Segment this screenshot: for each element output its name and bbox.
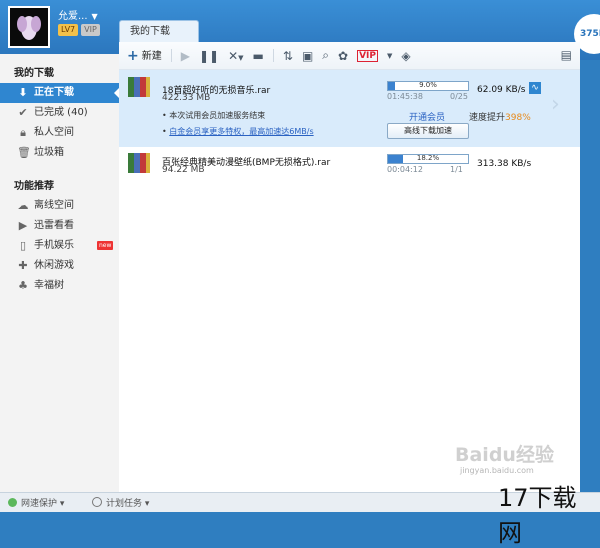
site-watermark: 17下载网 — [498, 484, 577, 547]
upgrade-notice: • 白金会员享更多特权，最高加速达6MB/s — [162, 127, 314, 136]
plus-icon: + — [127, 48, 139, 64]
speed-boost: 速度提升398% — [469, 110, 531, 123]
chevron-right-icon[interactable]: › — [551, 92, 560, 117]
gear-icon[interactable]: ✿ — [338, 49, 348, 63]
phone-icon: ▯ — [19, 239, 27, 252]
gamepad-icon: ✚ — [18, 259, 28, 272]
trash-icon: 🗑︎ — [17, 146, 31, 159]
sidebar-item-label: 离线空间 — [34, 200, 74, 211]
baidu-url-watermark: jingyan.baidu.com — [460, 466, 534, 475]
tree-icon: ♣ — [18, 279, 28, 292]
download-rate: 313.38 KB/s — [477, 159, 532, 169]
sidebar-item-label: 休闲游戏 — [34, 260, 74, 271]
download-icon: ⬇ — [18, 86, 28, 99]
upgrade-link[interactable]: 白金会员享更多特权，最高加速达6MB/s — [169, 127, 313, 136]
lock-icon: 🔒︎ — [20, 126, 26, 139]
new-task-button[interactable]: + 新建 — [127, 47, 162, 64]
open-vip-link[interactable]: 开通会员 — [409, 110, 445, 123]
elapsed-time: 01:45:38 — [387, 92, 423, 101]
vip-badge: VIP — [81, 24, 100, 36]
chevron-down-icon: ▼ — [91, 12, 98, 21]
drawer-icon[interactable]: ▤ — [561, 48, 572, 62]
start-icon[interactable]: ▶ — [181, 49, 190, 63]
sidebar-item-label: 正在下载 — [34, 87, 74, 98]
baidu-watermark: Baidu经验 — [455, 444, 554, 466]
sidebar-item-label: 手机娱乐 — [34, 240, 74, 251]
sort-icon[interactable]: ⇅ — [283, 49, 293, 63]
file-count: 0/25 — [450, 92, 468, 101]
sidebar-item-trash[interactable]: 🗑︎ 垃圾箱 — [0, 143, 119, 163]
scheduled-tasks-label: 计划任务 — [106, 499, 143, 509]
folder-icon[interactable]: ▬ — [253, 49, 264, 63]
play-icon: ▶ — [18, 219, 28, 232]
sidebar-item-label: 幸福树 — [34, 280, 64, 291]
trial-notice-text: 本次试用会员加速服务结束 — [169, 111, 266, 120]
new-task-label: 新建 — [141, 51, 162, 62]
pause-icon[interactable]: ❚❚ — [199, 49, 219, 63]
file-size: 94.22 MB — [162, 165, 205, 175]
progress-bar: 18.2% — [387, 154, 469, 164]
sidebar-item-label: 已完成 (40) — [34, 107, 88, 118]
username-text: 允爱... — [58, 11, 88, 22]
speed-graph-icon[interactable]: ∿ — [529, 82, 541, 94]
sidebar-item-games[interactable]: ✚ 休闲游戏 — [0, 256, 119, 276]
sidebar-item-completed[interactable]: ✔ 已完成 (40) — [0, 103, 119, 123]
speed-boost-label: 速度提升 — [469, 113, 506, 123]
toolbar-divider — [170, 49, 172, 62]
search-icon[interactable]: ⌕ — [322, 48, 329, 63]
cloud-icon: ☁ — [17, 199, 29, 212]
tab-my-downloads[interactable]: 我的下载 — [119, 20, 199, 42]
progress-bar: 9.0% — [387, 81, 469, 91]
avatar[interactable] — [8, 6, 50, 48]
trial-notice: • 本次试用会员加速服务结束 — [162, 111, 266, 120]
clock-icon — [92, 497, 102, 507]
network-protect-label: 网速保护 — [21, 499, 58, 509]
sidebar-item-offline[interactable]: ☁ 离线空间 — [0, 196, 119, 216]
sidebar-item-label: 垃圾箱 — [34, 147, 64, 158]
delete-icon[interactable]: ✕▼ — [228, 49, 243, 63]
sidebar-item-label: 私人空间 — [34, 127, 74, 138]
level-badges: LV7 VIP — [58, 24, 100, 36]
network-protect[interactable]: 网速保护 ▾ — [8, 496, 64, 509]
download-row[interactable]: 百张经典精美动漫壁纸(BMP无损格式).rar 94.22 MB 18.2% 0… — [119, 149, 580, 181]
toolbar-divider — [272, 49, 274, 62]
progress-text: 18.2% — [416, 154, 440, 162]
new-badge: new — [97, 241, 114, 250]
check-icon: ✔ — [18, 106, 28, 119]
sidebar-section-title: 我的下载 — [14, 68, 54, 79]
download-list-panel: + 新建 ▶ ❚❚ ✕▼ ▬ ⇅ ▣ ⌕ ✿ VIP ▼ ◈ ▤ 18首超好听的无… — [119, 42, 580, 492]
shield-icon — [8, 498, 17, 507]
sidebar-item-downloading[interactable]: ⬇ 正在下载 — [0, 83, 120, 103]
file-count: 1/1 — [450, 165, 463, 174]
rar-file-icon — [128, 153, 150, 173]
chevron-down-icon[interactable]: ▼ — [387, 52, 392, 60]
properties-icon[interactable]: ▣ — [302, 49, 313, 63]
level-badge: LV7 — [58, 24, 79, 36]
avatar-image-icon — [10, 8, 48, 46]
sidebar-section-title: 功能推荐 — [14, 181, 54, 192]
sidebar-item-private[interactable]: 🔒︎ 私人空间 — [0, 123, 119, 143]
sidebar-item-tree[interactable]: ♣ 幸福树 — [0, 276, 119, 296]
sidebar-item-kankan[interactable]: ▶ 迅雷看看 — [0, 216, 119, 236]
sidebar-item-mobile[interactable]: ▯ 手机娱乐 new — [0, 236, 119, 256]
elapsed-time: 00:04:12 — [387, 165, 423, 174]
speed-boost-pct: 398% — [505, 113, 531, 123]
progress-text: 9.0% — [419, 81, 437, 89]
file-size: 422.33 MB — [162, 93, 211, 103]
toolbar: + 新建 ▶ ❚❚ ✕▼ ▬ ⇅ ▣ ⌕ ✿ VIP ▼ ◈ ▤ — [119, 42, 580, 70]
download-row[interactable]: 18首超好听的无损音乐.rar 422.33 MB 9.0% 01:45:38 … — [119, 70, 580, 147]
scheduled-tasks[interactable]: 计划任务 ▾ — [92, 496, 149, 509]
sidebar-item-label: 迅雷看看 — [34, 220, 74, 231]
rar-file-icon — [128, 77, 150, 97]
sidebar: 我的下载 ⬇ 正在下载 ✔ 已完成 (40) 🔒︎ 私人空间 🗑︎ 垃圾箱 功能… — [0, 54, 120, 492]
offline-accelerate-button[interactable]: 高线下载加速 — [387, 123, 469, 139]
vip-icon[interactable]: VIP — [357, 49, 378, 62]
gamepad-icon[interactable]: ◈ — [401, 49, 410, 63]
download-rate: 62.09 KB/s — [477, 85, 526, 95]
username[interactable]: 允爱... ▼ — [58, 7, 98, 22]
